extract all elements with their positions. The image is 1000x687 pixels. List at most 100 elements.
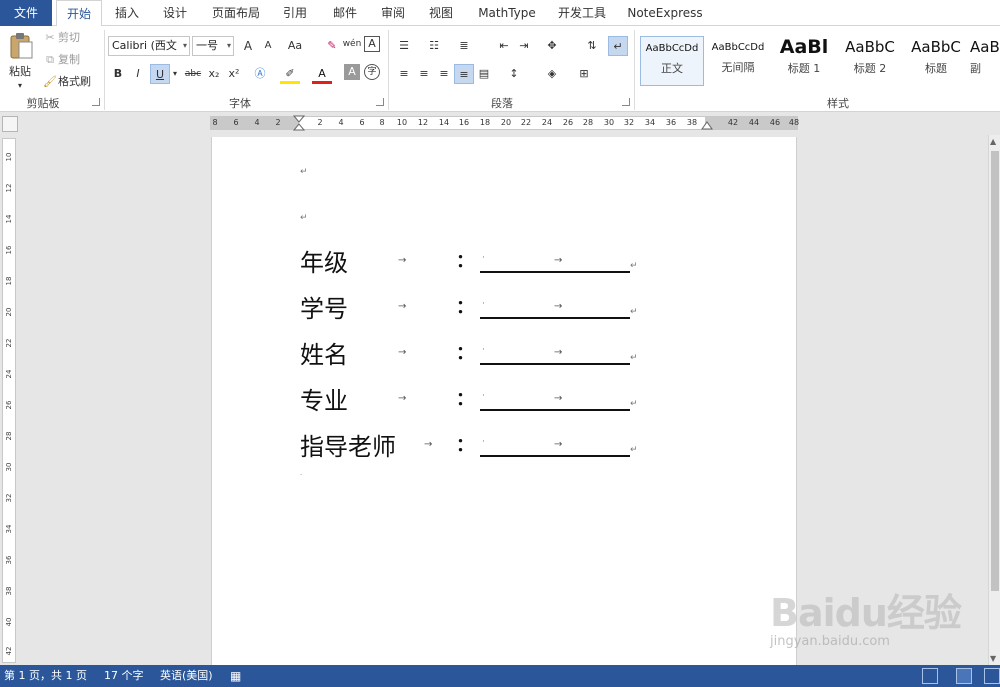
- multilevel-list-icon[interactable]: ≣: [454, 36, 474, 56]
- indent-marker-icon[interactable]: [293, 115, 305, 133]
- align-left-icon[interactable]: ≡: [394, 64, 414, 84]
- language-status[interactable]: 英语(美国): [160, 665, 213, 687]
- paste-icon[interactable]: [8, 32, 34, 60]
- space-mark: ·: [482, 437, 485, 447]
- vertical-scrollbar[interactable]: ▲ ▼: [988, 135, 1000, 665]
- clear-format-icon[interactable]: ✎: [322, 36, 342, 56]
- tab-home[interactable]: 开始: [56, 0, 102, 27]
- style-heading-1[interactable]: AaBl 标题 1: [772, 36, 836, 86]
- scroll-down-icon[interactable]: ▼: [990, 654, 996, 663]
- copy-icon[interactable]: ⧉: [42, 50, 58, 70]
- font-launcher-icon[interactable]: [376, 98, 384, 106]
- tab-mailings[interactable]: 邮件: [322, 0, 368, 26]
- numbering-icon[interactable]: ☷: [424, 36, 444, 56]
- paste-dropdown-icon[interactable]: ▾: [14, 76, 26, 96]
- fill-in-line: [480, 455, 630, 457]
- font-color-button[interactable]: A: [312, 64, 332, 84]
- style-sample: AaBbCcDd: [711, 42, 765, 53]
- tab-file[interactable]: 文件: [0, 0, 52, 26]
- font-name-combo[interactable]: Calibri (西文 ▾: [108, 36, 190, 56]
- tab-insert[interactable]: 插入: [104, 0, 150, 26]
- ruler-number: 40: [5, 617, 13, 627]
- phonetic-guide-button[interactable]: wén: [342, 34, 362, 54]
- style-no-spacing[interactable]: AaBbCcDd 无间隔: [706, 36, 770, 86]
- tab-page-layout[interactable]: 页面布局: [204, 0, 268, 26]
- ruler-number: 6: [359, 118, 365, 127]
- horizontal-ruler[interactable]: 8 6 4 2 2 4 6 8 10 12 14 16 18 20 22 24 …: [210, 115, 799, 133]
- scroll-thumb[interactable]: [991, 151, 999, 591]
- web-layout-icon[interactable]: [984, 668, 1000, 684]
- paragraph-mark: ·: [300, 471, 303, 479]
- bullets-icon[interactable]: ☰: [394, 36, 414, 56]
- italic-button[interactable]: I: [128, 64, 148, 84]
- vertical-ruler[interactable]: 10 12 14 16 18 20 22 24 26 28 30 32 34 3…: [2, 138, 16, 663]
- tab-view[interactable]: 视图: [418, 0, 464, 26]
- right-indent-marker-icon[interactable]: [701, 120, 713, 130]
- tab-mathtype[interactable]: MathType: [472, 0, 542, 26]
- style-name: 标题 2: [853, 62, 887, 75]
- tab-design[interactable]: 设计: [152, 0, 198, 26]
- subscript-button[interactable]: x₂: [204, 64, 224, 84]
- ruler-number: 4: [254, 118, 260, 127]
- tab-review[interactable]: 审阅: [370, 0, 416, 26]
- shrink-font-button[interactable]: A: [258, 36, 278, 56]
- char-border-icon[interactable]: A: [364, 36, 380, 52]
- style-title[interactable]: AaBbC 标题: [904, 36, 968, 86]
- print-layout-icon[interactable]: [956, 668, 972, 684]
- align-right-icon[interactable]: ≡: [434, 64, 454, 84]
- justify-icon[interactable]: ≡: [454, 64, 474, 84]
- style-normal[interactable]: AaBbCcDd 正文: [640, 36, 704, 86]
- borders-icon[interactable]: ⊞: [574, 64, 594, 84]
- tab-mark: →: [398, 255, 407, 266]
- show-marks-icon[interactable]: ↵: [608, 36, 628, 56]
- distributed-icon[interactable]: ▤: [474, 64, 494, 84]
- align-center-icon[interactable]: ≡: [414, 64, 434, 84]
- increase-indent-icon[interactable]: ⇥: [514, 36, 534, 56]
- line-spacing-icon[interactable]: ↕: [504, 64, 524, 84]
- underline-button[interactable]: U: [150, 64, 170, 84]
- row-label: 姓名: [300, 341, 348, 369]
- text-effects-icon[interactable]: Ⓐ: [250, 64, 270, 84]
- ruler-number: 24: [541, 118, 553, 127]
- style-name: 无间隔: [721, 61, 755, 74]
- enclose-char-button[interactable]: 字: [364, 64, 380, 80]
- highlight-icon[interactable]: ✐: [280, 64, 300, 84]
- tab-developer[interactable]: 开发工具: [550, 0, 614, 26]
- ruler-number: 42: [727, 118, 739, 127]
- ruler-number: 28: [582, 118, 594, 127]
- tab-references[interactable]: 引用: [272, 0, 318, 26]
- page-count-status[interactable]: 第 1 页，共 1 页: [4, 665, 87, 687]
- shading-icon[interactable]: ◈: [542, 64, 562, 84]
- style-heading-2[interactable]: AaBbC 标题 2: [838, 36, 902, 86]
- document-page[interactable]: ↵ ↵ 年级 → ： · → ↵ 学号 → ： · → ↵ 姓名 → ： · →…: [211, 137, 797, 667]
- style-subtitle[interactable]: AaB 副: [970, 36, 1000, 86]
- underline-dropdown-icon[interactable]: ▾: [170, 64, 180, 84]
- read-mode-icon[interactable]: [922, 668, 938, 684]
- scroll-up-icon[interactable]: ▲: [990, 137, 996, 146]
- copy-button[interactable]: 复制: [58, 50, 86, 70]
- paragraph-launcher-icon[interactable]: [622, 98, 630, 106]
- paragraph-group-label: 段落: [491, 97, 513, 110]
- clipboard-launcher-icon[interactable]: [92, 98, 100, 106]
- style-sample: AaBbC: [845, 38, 895, 56]
- tab-selector-icon[interactable]: [2, 116, 18, 132]
- style-name: 标题: [925, 62, 947, 75]
- format-painter-icon[interactable]: 🖌: [42, 72, 58, 92]
- word-count-status[interactable]: 17 个字: [104, 665, 144, 687]
- decrease-indent-icon[interactable]: ⇤: [494, 36, 514, 56]
- sort-icon[interactable]: ⇅: [582, 36, 602, 56]
- bold-button[interactable]: B: [108, 64, 128, 84]
- macro-record-icon[interactable]: ▦: [230, 665, 241, 687]
- chinese-layout-icon[interactable]: ✥: [542, 36, 562, 56]
- change-case-button[interactable]: Aa: [284, 36, 306, 56]
- superscript-button[interactable]: x²: [224, 64, 244, 84]
- scissors-icon[interactable]: ✂: [42, 28, 58, 48]
- format-painter-button[interactable]: 格式刷: [58, 72, 98, 92]
- cut-button[interactable]: 剪切: [58, 28, 86, 48]
- char-shading-button[interactable]: A: [344, 64, 360, 80]
- font-size-combo[interactable]: 一号 ▾: [192, 36, 234, 56]
- strikethrough-button[interactable]: abc: [182, 64, 204, 84]
- fill-in-line: [480, 271, 630, 273]
- tab-noteexpress[interactable]: NoteExpress: [624, 0, 706, 26]
- grow-font-button[interactable]: A: [238, 36, 258, 56]
